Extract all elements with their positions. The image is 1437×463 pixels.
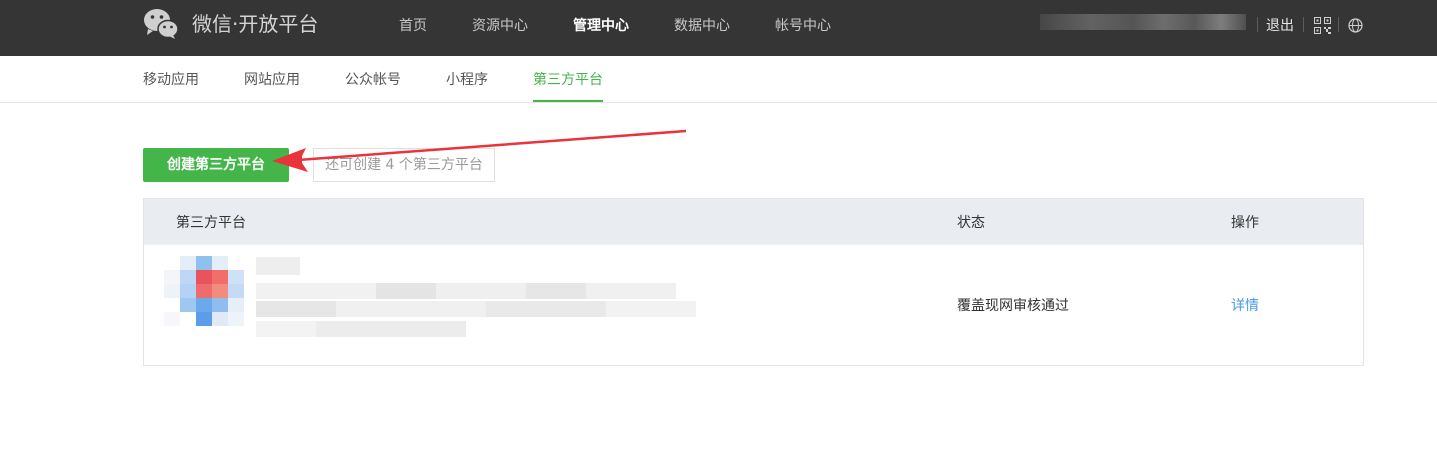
globe-icon[interactable] xyxy=(1348,18,1363,33)
column-header-actions: 操作 xyxy=(1231,215,1259,231)
divider xyxy=(1257,17,1258,32)
column-header-platform: 第三方平台 xyxy=(176,215,246,231)
wechat-logo-icon[interactable] xyxy=(143,8,179,40)
nav-item-management-center[interactable]: 管理中心 xyxy=(573,16,629,36)
platform-name-redacted xyxy=(256,257,696,337)
nav-item-account-center[interactable]: 帐号中心 xyxy=(775,16,831,36)
divider xyxy=(1338,17,1339,32)
tab-mini-programs[interactable]: 小程序 xyxy=(446,70,488,90)
tab-third-party-platform[interactable]: 第三方平台 xyxy=(533,70,603,90)
nav-item-resource-center[interactable]: 资源中心 xyxy=(472,16,528,36)
status-text: 覆盖现网审核通过 xyxy=(957,298,1069,314)
platform-logo-image xyxy=(164,256,244,326)
qrcode-icon[interactable] xyxy=(1314,17,1331,34)
user-account-name[interactable] xyxy=(1040,14,1246,30)
tab-web-apps[interactable]: 网站应用 xyxy=(244,70,300,90)
table-header: 第三方平台 状态 操作 xyxy=(144,199,1363,245)
create-third-party-platform-button[interactable]: 创建第三方平台 xyxy=(143,148,289,182)
divider xyxy=(1303,17,1304,32)
nav-item-home[interactable]: 首页 xyxy=(399,16,427,36)
tab-official-accounts[interactable]: 公众帐号 xyxy=(345,70,401,90)
brand-title[interactable]: 微信·开放平台 xyxy=(192,11,318,37)
nav-item-data-center[interactable]: 数据中心 xyxy=(674,16,730,36)
tab-mobile-apps[interactable]: 移动应用 xyxy=(143,70,199,90)
sub-navigation: 移动应用 网站应用 公众帐号 小程序 第三方平台 xyxy=(0,56,1437,103)
top-navigation-bar: 微信·开放平台 首页 资源中心 管理中心 数据中心 帐号中心 退出 xyxy=(0,0,1437,56)
column-header-status: 状态 xyxy=(957,215,985,231)
details-link[interactable]: 详情 xyxy=(1231,296,1259,316)
active-tab-indicator xyxy=(533,100,603,102)
platform-table: 第三方平台 状态 操作 覆盖现网审核通过 详情 xyxy=(143,198,1364,366)
logout-link[interactable]: 退出 xyxy=(1266,16,1294,36)
remaining-quota-tip: 还可创建 4 个第三方平台 xyxy=(313,148,495,182)
